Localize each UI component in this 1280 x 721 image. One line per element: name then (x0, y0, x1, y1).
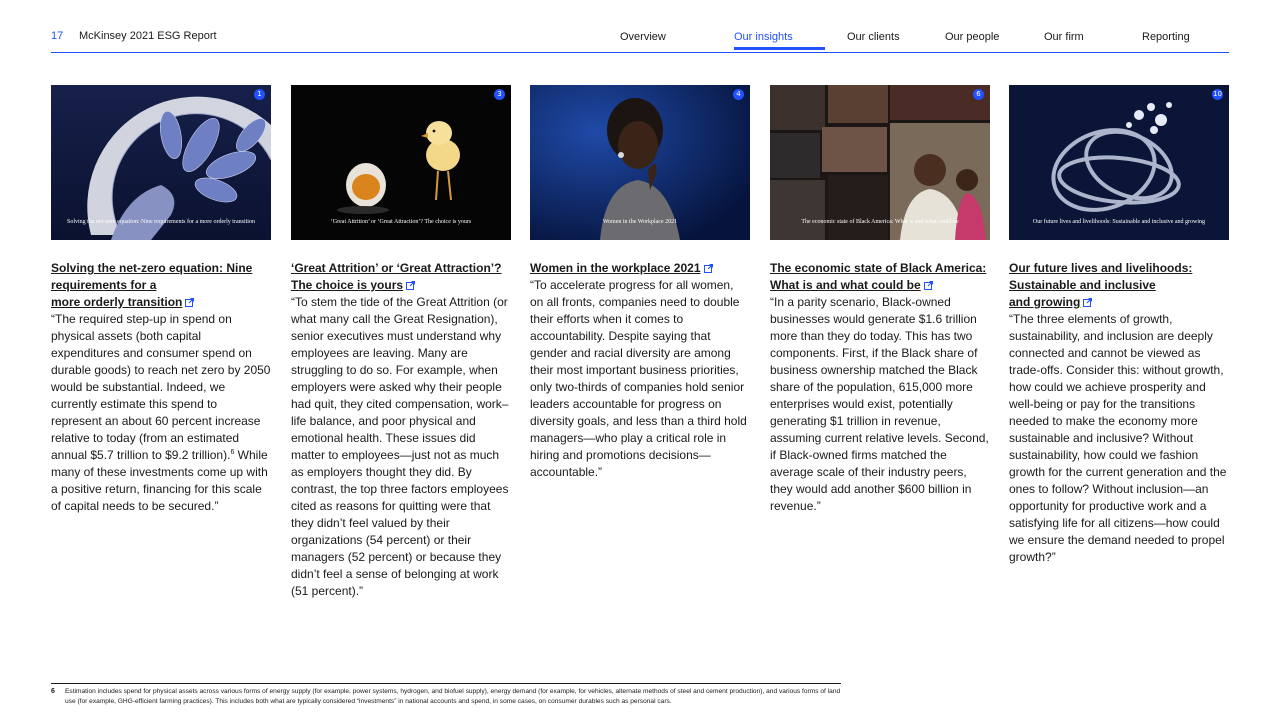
report-title: McKinsey 2021 ESG Report (79, 30, 217, 42)
external-link-icon (185, 298, 195, 307)
article-title-link[interactable]: The economic state of Black America: What… (770, 260, 990, 294)
external-link-icon (703, 264, 713, 273)
article-card-future-lives: 10 Our future lives and livelihoods: Sus… (1009, 85, 1229, 566)
article-card-black-america: 6 The economic state of Black America: W… (770, 85, 990, 515)
nav-our-clients[interactable]: Our clients (847, 31, 900, 43)
thumbnail-caption: Our future lives and livelihoods: Sustai… (1032, 219, 1206, 225)
photo-collage-image (770, 85, 990, 240)
article-card-net-zero: 1 Solving the net-zero equation: Nine re… (51, 85, 271, 515)
article-quote: “In a parity scenario, Black-owned busin… (770, 295, 989, 513)
article-title-link[interactable]: Women in the workplace 2021 (530, 260, 750, 277)
chick-egg-image (291, 85, 511, 240)
article-thumbnail-black-america[interactable]: 6 The economic state of Black America: W… (770, 85, 990, 240)
nav-our-firm[interactable]: Our firm (1044, 31, 1084, 43)
article-thumbnail-net-zero[interactable]: 1 Solving the net-zero equation: Nine re… (51, 85, 271, 240)
article-card-great-attrition: 3 ‘Great Attrition’ or ‘Great Attraction… (291, 85, 511, 600)
article-title-link[interactable]: ‘Great Attrition’ or ‘Great Attraction’?… (291, 260, 511, 294)
chrome-rings-image (1009, 85, 1229, 240)
protractor-leaf-image (51, 85, 271, 240)
figure-badge: 4 (733, 89, 744, 100)
external-link-icon (406, 281, 416, 290)
nav-overview[interactable]: Overview (620, 31, 666, 43)
figure-badge: 1 (254, 89, 265, 100)
page-number: 17 (51, 30, 64, 42)
article-quote: “The required step-up in spend on physic… (51, 312, 271, 513)
article-thumbnail-future-lives[interactable]: 10 Our future lives and livelihoods: Sus… (1009, 85, 1229, 240)
external-link-icon (1083, 298, 1093, 307)
portrait-image (530, 85, 750, 240)
article-quote: “The three elements of growth, sustainab… (1009, 312, 1227, 564)
footnote: 6 Estimation includes spend for physical… (51, 683, 841, 707)
nav-our-people[interactable]: Our people (945, 31, 999, 43)
nav-reporting[interactable]: Reporting (1142, 31, 1190, 43)
figure-badge: 3 (494, 89, 505, 100)
article-thumbnail-great-attrition[interactable]: 3 ‘Great Attrition’ or ‘Great Attraction… (291, 85, 511, 240)
figure-badge: 10 (1212, 89, 1223, 100)
thumbnail-caption: Solving the net-zero equation: Nine requ… (67, 219, 255, 225)
page-header: 17 McKinsey 2021 ESG Report Overview Our… (51, 28, 1229, 53)
article-title-link[interactable]: Our future lives and livelihoods: Sustain… (1009, 260, 1229, 311)
article-quote: “To accelerate progress for all women, o… (530, 278, 747, 479)
footnote-number: 6 (51, 688, 55, 695)
external-link-icon (923, 281, 933, 290)
footnote-text: Estimation includes spend for physical a… (65, 688, 841, 705)
thumbnail-caption: ‘Great Attrition’ or ‘Great Attraction’?… (330, 219, 472, 225)
thumbnail-caption: The economic state of Black America: Wha… (801, 219, 959, 225)
article-card-women-workplace: 4 Women in the Workplace 2021 Women in t… (530, 85, 750, 481)
article-quote: “To stem the tide of the Great Attrition… (291, 295, 509, 598)
thumbnail-caption: Women in the Workplace 2021 (602, 219, 678, 225)
figure-badge: 6 (973, 89, 984, 100)
nav-our-insights[interactable]: Our insights (734, 31, 825, 50)
article-thumbnail-women-workplace[interactable]: 4 Women in the Workplace 2021 (530, 85, 750, 240)
article-title-link[interactable]: Solving the net-zero equation: Nine requi… (51, 260, 271, 311)
